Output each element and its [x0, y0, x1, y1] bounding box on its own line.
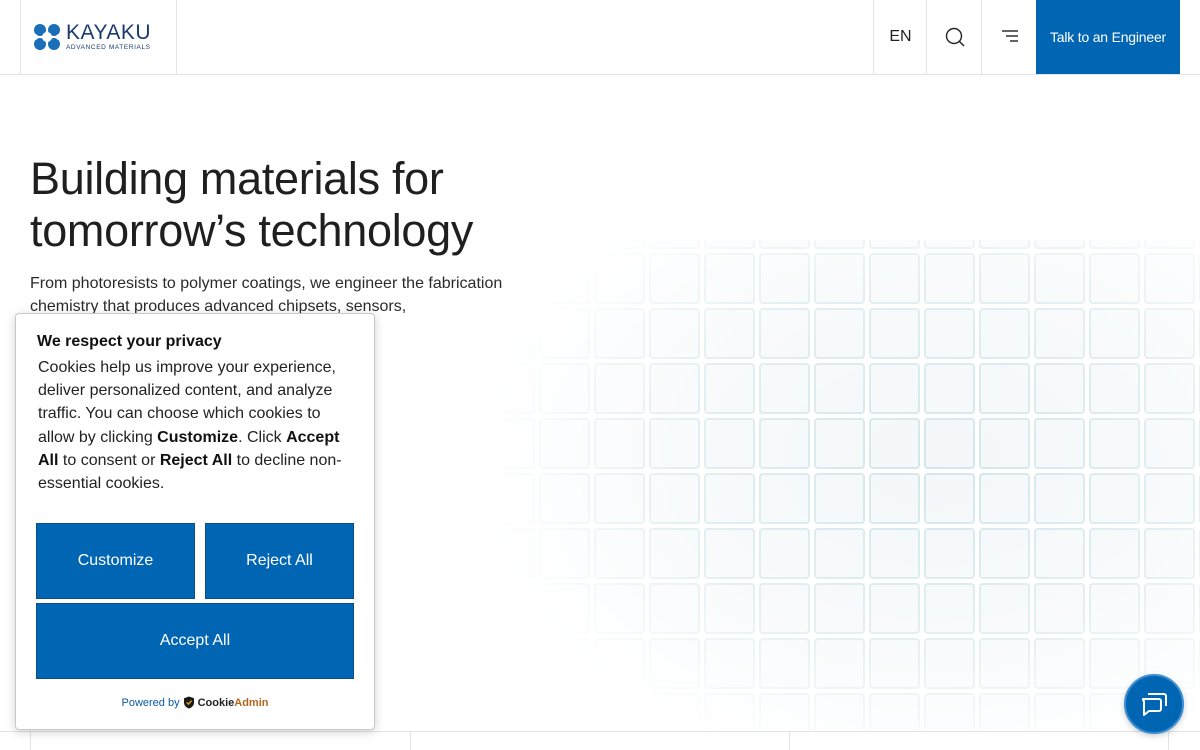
kayaku-logo-icon [32, 24, 62, 50]
hero-title: Building materials for tomorrow’s techno… [30, 153, 474, 256]
menu-button[interactable] [981, 0, 1037, 74]
cookie-text: . Click [238, 428, 287, 446]
search-button[interactable] [926, 0, 982, 74]
cookie-title: We respect your privacy [37, 333, 222, 350]
shield-icon [183, 696, 194, 709]
section-divider [0, 731, 1200, 732]
column-divider [30, 731, 31, 750]
cookie-message: Cookies help us improve your experience,… [37, 356, 354, 495]
column-divider [789, 731, 790, 750]
talk-to-engineer-button[interactable]: Talk to an Engineer [1036, 0, 1180, 74]
site-header: KAYAKU ADVANCED MATERIALS EN Talk to an … [0, 0, 1200, 75]
powered-by-label: Powered by [121, 696, 180, 709]
chat-icon [1141, 693, 1167, 716]
accept-all-button[interactable]: Accept All [36, 603, 354, 679]
logo-subtitle: ADVANCED MATERIALS [66, 44, 151, 52]
logo-link[interactable]: KAYAKU ADVANCED MATERIALS [20, 0, 177, 74]
menu-icon [1001, 30, 1018, 42]
customize-button[interactable]: Customize [36, 523, 195, 599]
logo-text: KAYAKU ADVANCED MATERIALS [66, 22, 151, 52]
logo-name: KAYAKU [66, 21, 152, 45]
cookie-text-bold: Reject All [159, 451, 233, 469]
search-icon [945, 27, 964, 47]
column-divider [410, 731, 411, 750]
cookieadmin-logo-cookie: Cookie [197, 696, 235, 709]
reject-all-button[interactable]: Reject All [205, 523, 354, 599]
cookie-text-bold: Customize [157, 428, 239, 446]
chat-button[interactable] [1124, 674, 1184, 734]
cookie-consent-dialog: We respect your privacy Cookies help us … [15, 313, 375, 730]
powered-by: Powered by CookieAdmin [16, 696, 374, 709]
column-divider [1168, 731, 1169, 750]
hero-description: From photoresists to polymer coatings, w… [30, 275, 503, 315]
cookieadmin-logo-admin: Admin [234, 696, 269, 709]
cookieadmin-logo[interactable]: CookieAdmin [198, 697, 269, 709]
hero-grid-graphic [500, 240, 1200, 730]
language-selector[interactable]: EN [873, 0, 927, 74]
cookie-text: to consent or [58, 451, 160, 469]
